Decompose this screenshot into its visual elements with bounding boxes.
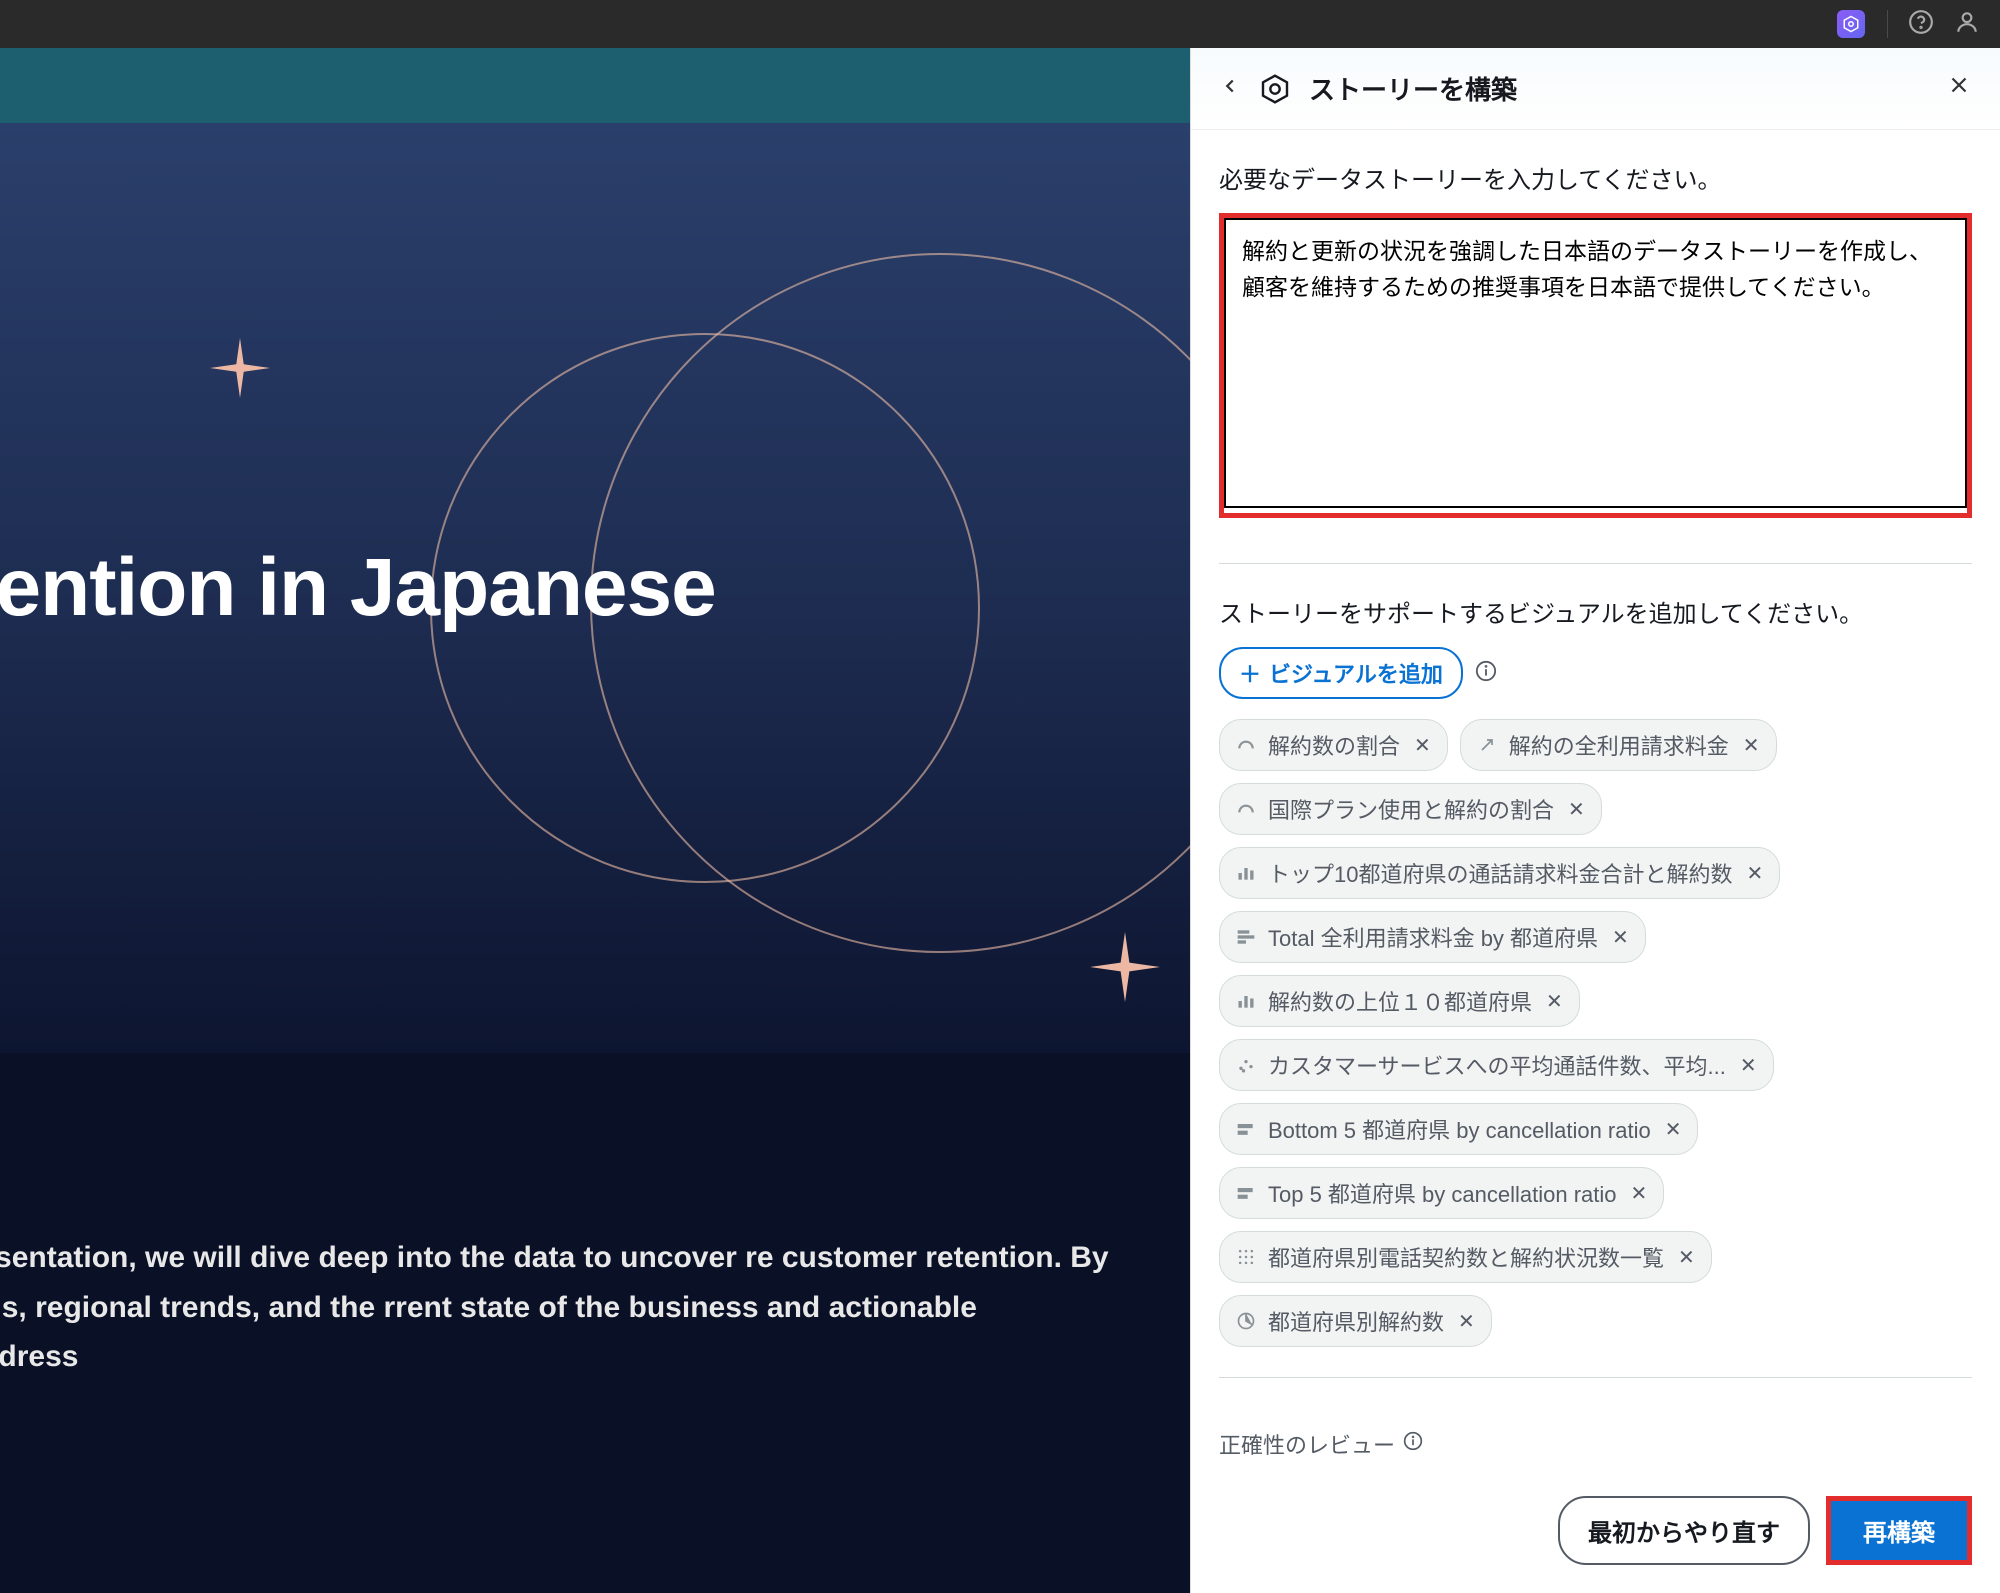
chip-remove-icon[interactable]: ✕ [1746, 861, 1763, 886]
visual-chip[interactable]: 解約の全利用請求料金 ✕ [1460, 719, 1777, 771]
chip-label: 国際プラン使用と解約の割合 [1268, 793, 1554, 825]
visual-chip[interactable]: Total 全利用請求料金 by 都道府県 ✕ [1219, 911, 1646, 963]
chart-type-icon [1236, 927, 1258, 947]
add-visual-label: ビジュアルを追加 [1269, 657, 1443, 689]
sparkle-icon [210, 338, 270, 412]
sparkle-icon [1090, 932, 1160, 1018]
visual-chip[interactable]: カスタマーサービスへの平均通話件数、平均... ✕ [1219, 1039, 1774, 1091]
help-icon[interactable] [1908, 9, 1934, 40]
chip-label: カスタマーサービスへの平均通話件数、平均... [1268, 1049, 1726, 1081]
panel-header: ストーリーを構築 [1191, 48, 2000, 130]
panel-logo-icon [1259, 73, 1291, 105]
teal-header-bar [0, 48, 1190, 123]
visual-chip[interactable]: 解約数の上位１０都道府県 ✕ [1219, 975, 1580, 1027]
chart-type-icon [1236, 735, 1258, 755]
hex-icon [1837, 10, 1865, 38]
info-icon[interactable] [1475, 660, 1497, 687]
chip-label: Total 全利用請求料金 by 都道府県 [1268, 921, 1598, 953]
rebuild-highlight: 再構築 [1826, 1496, 1972, 1565]
visual-chips: 解約数の割合✕解約の全利用請求料金✕国際プラン使用と解約の割合✕トップ10都道府… [1219, 719, 1972, 1347]
chip-label: 都道府県別電話契約数と解約状況数一覧 [1268, 1241, 1664, 1273]
plus-icon: ＋ [1239, 657, 1261, 689]
hero-slide: ner Retention in Japanese [0, 123, 1190, 1053]
user-icon[interactable] [1954, 9, 1980, 40]
visuals-section: ストーリーをサポートするビジュアルを追加してください。 ＋ ビジュアルを追加 [1219, 594, 1972, 1347]
chart-type-icon [1236, 1311, 1258, 1331]
chip-remove-icon[interactable]: ✕ [1458, 1309, 1475, 1334]
chip-label: Top 5 都道府県 by cancellation ratio [1268, 1177, 1617, 1209]
app-badge[interactable] [1835, 8, 1867, 40]
panel-title: ストーリーを構築 [1309, 70, 1517, 107]
chip-label: 解約数の割合 [1268, 729, 1400, 761]
hero-body-text: tomer churn. In this presentation, we wi… [0, 1053, 1190, 1593]
info-icon[interactable] [1403, 1431, 1423, 1457]
chart-type-icon [1236, 1055, 1258, 1075]
rebuild-button[interactable]: 再構築 [1831, 1501, 1967, 1560]
chart-type-icon [1236, 991, 1258, 1011]
visuals-label: ストーリーをサポートするビジュアルを追加してください。 [1219, 594, 1972, 629]
main-area: ner Retention in Japanese tomer churn. I… [0, 48, 2000, 1593]
chip-remove-icon[interactable]: ✕ [1612, 925, 1629, 950]
chart-type-icon [1477, 735, 1499, 755]
chip-remove-icon[interactable]: ✕ [1414, 733, 1431, 758]
top-bar [0, 0, 2000, 48]
story-input[interactable] [1224, 218, 1967, 508]
review-label: 正確性のレビュー [1219, 1428, 1395, 1460]
chip-remove-icon[interactable]: ✕ [1678, 1245, 1695, 1270]
chart-type-icon [1236, 1119, 1258, 1139]
divider [1219, 1377, 1972, 1378]
chip-label: Bottom 5 都道府県 by cancellation ratio [1268, 1113, 1651, 1145]
chip-remove-icon[interactable]: ✕ [1546, 989, 1563, 1014]
chip-label: 解約の全利用請求料金 [1509, 729, 1729, 761]
visual-chip[interactable]: 国際プラン使用と解約の割合 ✕ [1219, 783, 1602, 835]
chip-remove-icon[interactable]: ✕ [1743, 733, 1760, 758]
chart-type-icon [1236, 1183, 1258, 1203]
chart-type-icon [1236, 863, 1258, 883]
add-visual-button[interactable]: ＋ ビジュアルを追加 [1219, 647, 1463, 699]
chip-remove-icon[interactable]: ✕ [1740, 1053, 1757, 1078]
prompt-label: 必要なデータストーリーを入力してください。 [1219, 160, 1972, 195]
add-visual-row: ＋ ビジュアルを追加 [1219, 647, 1972, 699]
chip-remove-icon[interactable]: ✕ [1568, 797, 1585, 822]
chart-type-icon [1236, 799, 1258, 819]
review-row: 正確性のレビュー [1219, 1408, 1972, 1478]
chart-type-icon [1236, 1247, 1258, 1267]
divider [1219, 563, 1972, 564]
visual-chip[interactable]: トップ10都道府県の通話請求料金合計と解約数 ✕ [1219, 847, 1780, 899]
presentation-preview: ner Retention in Japanese tomer churn. I… [0, 48, 1190, 1593]
chip-label: 解約数の上位１０都道府県 [1268, 985, 1532, 1017]
chip-label: 都道府県別解約数 [1268, 1305, 1444, 1337]
chip-remove-icon[interactable]: ✕ [1631, 1181, 1648, 1206]
hero-title: ner Retention in Japanese [0, 541, 716, 635]
close-button[interactable] [1946, 72, 1972, 105]
story-builder-panel: ストーリーを構築 必要なデータストーリーを入力してください。 ストーリーをサポー… [1190, 48, 2000, 1593]
visual-chip[interactable]: 解約数の割合 ✕ [1219, 719, 1448, 771]
chip-remove-icon[interactable]: ✕ [1665, 1117, 1682, 1142]
visual-chip[interactable]: Top 5 都道府県 by cancellation ratio ✕ [1219, 1167, 1664, 1219]
textarea-highlight [1219, 213, 1972, 518]
panel-content: 必要なデータストーリーを入力してください。 ストーリーをサポートするビジュアルを… [1191, 130, 2000, 1478]
restart-button[interactable]: 最初からやり直す [1558, 1496, 1810, 1565]
divider [1887, 10, 1888, 38]
visual-chip[interactable]: 都道府県別電話契約数と解約状況数一覧 ✕ [1219, 1231, 1712, 1283]
visual-chip[interactable]: 都道府県別解約数 ✕ [1219, 1295, 1492, 1347]
visual-chip[interactable]: Bottom 5 都道府県 by cancellation ratio ✕ [1219, 1103, 1698, 1155]
back-button[interactable] [1219, 75, 1241, 102]
panel-footer: 最初からやり直す 再構築 [1191, 1478, 2000, 1593]
chip-label: トップ10都道府県の通話請求料金合計と解約数 [1268, 857, 1732, 889]
